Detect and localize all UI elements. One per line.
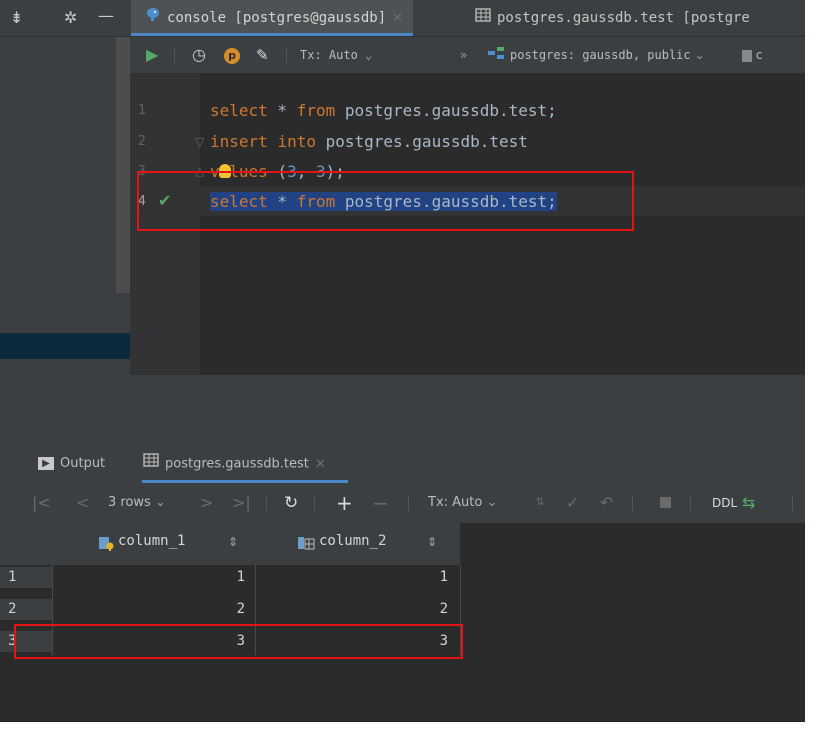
column-header-column-1[interactable]: column_1 ⇕ xyxy=(52,523,255,565)
ddl-button[interactable]: DDL xyxy=(712,483,737,523)
run-icon[interactable]: ▶ xyxy=(146,37,158,73)
sql-keyword: from xyxy=(296,101,336,120)
line-number: 1 xyxy=(138,103,146,118)
gear-icon[interactable]: ✲ xyxy=(64,9,77,27)
left-panel xyxy=(0,37,130,407)
datasource-label: postgres: gaussdb, public xyxy=(510,48,691,62)
tab-result-set[interactable]: postgres.gaussdb.test ✕ xyxy=(142,445,348,483)
toolbar-divider xyxy=(690,495,691,511)
selected-tree-row[interactable] xyxy=(0,333,130,359)
editor-tab-bar: ⇟ ✲ — console [postgres@gaussdb] ✕ postgr… xyxy=(0,0,805,37)
table-cell[interactable]: 1 xyxy=(52,567,245,588)
close-icon[interactable]: ✕ xyxy=(315,457,326,472)
sql-keyword: select xyxy=(210,101,268,120)
table-icon xyxy=(475,0,491,36)
next-page-icon[interactable]: > xyxy=(200,483,213,523)
scrollbar-thumb[interactable] xyxy=(116,37,130,293)
column-header-column-2[interactable]: column_2 ⇕ xyxy=(255,523,460,565)
minimize-icon[interactable]: — xyxy=(98,7,114,25)
sql-keyword: into xyxy=(277,132,316,151)
chevron-down-icon: ⌄ xyxy=(694,48,705,62)
toolbar-divider xyxy=(792,495,793,511)
panel-splitter[interactable] xyxy=(0,407,805,445)
table-cell[interactable]: 2 xyxy=(255,599,448,620)
row-number: 1 xyxy=(0,567,52,588)
chevron-down-icon: ⌄ xyxy=(365,48,373,62)
reload-icon[interactable]: ↻ xyxy=(284,483,298,523)
tab-result-label: postgres.gaussdb.test xyxy=(165,456,309,472)
commit-check-icon[interactable]: ✓ xyxy=(566,483,579,523)
ide-window: ⇟ ✲ — console [postgres@gaussdb] ✕ postgr… xyxy=(0,0,805,722)
sql-text: postgres.gaussdb.test xyxy=(315,132,528,151)
sql-text: postgres.gaussdb.test; xyxy=(335,101,557,120)
toolbar-divider xyxy=(286,47,287,63)
toolbar-divider xyxy=(174,47,175,63)
editor-horizontal-scrollbar xyxy=(130,375,805,407)
sql-keyword: insert xyxy=(210,132,268,151)
chevron-down-icon: ⌄ xyxy=(486,495,498,510)
delete-row-icon[interactable]: − xyxy=(372,483,389,523)
chevron-down-icon: ⌄ xyxy=(154,495,166,510)
row-count-dropdown[interactable]: 3 rows ⌄ xyxy=(108,483,166,523)
stop-icon[interactable] xyxy=(660,483,671,523)
tab-results-table[interactable]: postgres.gaussdb.test [postgre xyxy=(467,0,750,36)
collapse-all-icon[interactable]: ⇟ xyxy=(10,9,23,27)
tx-mode-label: Tx: Auto xyxy=(300,48,358,62)
db-submit-icon[interactable]: ⇅ xyxy=(536,483,544,523)
table-icon xyxy=(142,445,160,483)
session-icon xyxy=(742,49,752,62)
transaction-mode-dropdown[interactable]: Tx: Auto ⌄ xyxy=(300,37,372,73)
tab-results-label: postgres.gaussdb.test [postgre xyxy=(497,10,750,26)
sort-icon[interactable]: ⇕ xyxy=(228,535,238,549)
toolbar-divider xyxy=(266,495,267,511)
highlight-box-row xyxy=(14,624,463,659)
toolbar-divider xyxy=(314,495,315,511)
toolbar-divider xyxy=(632,495,633,511)
result-tx-mode-dropdown[interactable]: Tx: Auto ⌄ xyxy=(428,483,497,523)
explain-plan-icon[interactable]: p xyxy=(224,37,240,73)
primary-key-column-icon xyxy=(98,535,116,555)
datasource-icon xyxy=(487,38,505,74)
table-cell[interactable]: 2 xyxy=(52,599,245,620)
tab-output-label: Output xyxy=(60,456,106,471)
sql-text: * xyxy=(267,101,297,120)
first-page-icon[interactable]: |< xyxy=(32,483,51,523)
highlight-box-statement xyxy=(137,171,634,231)
postgresql-elephant-icon xyxy=(145,0,161,36)
sort-icon[interactable]: ⇕ xyxy=(427,535,437,549)
session-label: c xyxy=(755,48,763,62)
line-number: 2 xyxy=(138,134,146,149)
history-clock-icon[interactable]: ◷ xyxy=(192,37,206,73)
tab-output[interactable]: ▶ Output xyxy=(38,445,105,483)
code-line-1[interactable]: select * from postgres.gaussdb.test; xyxy=(210,101,557,120)
toolbar-divider xyxy=(408,495,409,511)
add-row-icon[interactable]: + xyxy=(336,483,353,523)
column-2-header: column_2 xyxy=(319,533,387,549)
row-count-label: 3 rows xyxy=(108,495,151,510)
datasource-selector[interactable]: postgres: gaussdb, public ⌄ xyxy=(487,37,705,73)
previous-page-icon[interactable]: < xyxy=(76,483,89,523)
editor-toolbar: ▶ ◷ p ✎ Tx: Auto ⌄ » postgres: gaussdb, … xyxy=(130,37,805,73)
code-line-2[interactable]: insert into postgres.gaussdb.test xyxy=(210,132,528,151)
result-toolbar: |< < 3 rows ⌄ > >| ↻ + − Tx: Auto ⌄ ⇅ ✓ … xyxy=(0,483,805,523)
fold-marker-icon[interactable]: ▽ xyxy=(195,135,204,149)
rollback-icon[interactable]: ↶ xyxy=(600,483,613,523)
result-tx-label: Tx: Auto xyxy=(428,495,483,510)
grid-corner xyxy=(0,523,52,565)
session-selector[interactable]: c xyxy=(742,37,762,73)
close-icon[interactable]: ✕ xyxy=(392,11,403,26)
last-page-icon[interactable]: >| xyxy=(232,483,251,523)
services-tab-bar: ▶ Output postgres.gaussdb.test ✕ xyxy=(0,445,805,483)
compare-arrows-icon[interactable]: ⇆ xyxy=(742,483,755,523)
tab-console-label: console [postgres@gaussdb] xyxy=(167,10,387,26)
tab-console[interactable]: console [postgres@gaussdb] ✕ xyxy=(131,0,414,36)
column-1-header: column_1 xyxy=(118,533,186,549)
row-number: 2 xyxy=(0,599,52,620)
column-icon xyxy=(297,535,315,555)
table-cell[interactable]: 1 xyxy=(255,567,448,588)
wrench-icon[interactable]: ✎ xyxy=(256,37,269,73)
console-icon: ▶ xyxy=(38,457,54,470)
more-actions-icon[interactable]: » xyxy=(460,37,467,73)
